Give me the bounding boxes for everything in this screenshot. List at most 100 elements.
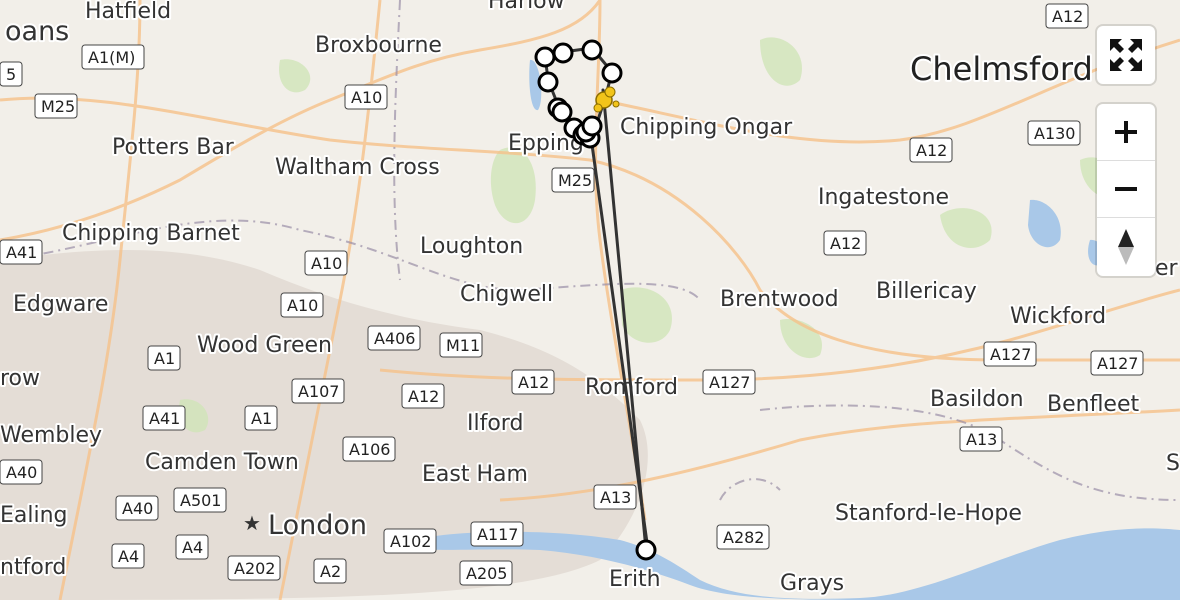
road-shield: 5 <box>0 61 23 87</box>
road-shield-label: A12 <box>830 234 861 253</box>
north-arrow-icon <box>1118 229 1134 265</box>
road-shield-label: A13 <box>600 488 631 507</box>
place-label: row <box>0 366 40 391</box>
zoom-out-button[interactable] <box>1097 160 1155 217</box>
place-label: Camden Town <box>145 450 299 475</box>
place-label: Harlow <box>488 0 565 14</box>
road-shield: A40 <box>115 495 159 521</box>
road-shield: A10 <box>304 250 348 276</box>
road-shield-label: A2 <box>320 562 341 581</box>
route-point-marker[interactable] <box>581 39 603 61</box>
road-shield-label: A40 <box>122 499 153 518</box>
road-shield-label: A117 <box>477 525 518 544</box>
road-shield: A127 <box>1090 350 1144 376</box>
place-label: S <box>1166 451 1180 476</box>
zoom-control <box>1097 104 1155 276</box>
road-shield: A12 <box>401 383 445 409</box>
road-shield: A117 <box>470 521 524 547</box>
road-shield: A501 <box>173 487 227 513</box>
road-shield-label: A127 <box>1097 354 1138 373</box>
road-shield-label: A127 <box>709 373 750 392</box>
place-label: Wembley <box>0 423 102 448</box>
road-shield-label: A1 <box>251 409 272 428</box>
place-label: Broxbourne <box>315 33 442 58</box>
road-shield-label: A10 <box>311 254 342 273</box>
place-label: Hatfield <box>85 0 171 24</box>
fullscreen-icon <box>1110 39 1142 71</box>
fullscreen-control <box>1097 26 1155 84</box>
route-point-marker[interactable] <box>552 42 574 64</box>
place-label: Stanford-le-Hope <box>835 501 1022 526</box>
place-label: Brentwood <box>720 287 839 312</box>
road-shield-label: A12 <box>408 387 439 406</box>
route-point-marker[interactable] <box>601 62 623 84</box>
road-shield-label: A130 <box>1034 124 1075 143</box>
road-shield-label: A12 <box>916 141 947 160</box>
zoom-in-button[interactable] <box>1097 104 1155 160</box>
place-label: London <box>268 510 367 541</box>
road-shield: M25 <box>34 93 78 119</box>
place-label: Basildon <box>930 387 1024 412</box>
road-shield: A406 <box>367 325 421 351</box>
road-shield-label: A10 <box>351 88 382 107</box>
place-label: Edgware <box>13 292 108 317</box>
road-shield-label: A202 <box>234 559 275 578</box>
route-point-marker[interactable] <box>581 115 603 137</box>
road-shield-label: A282 <box>723 528 764 547</box>
road-shield: A10 <box>344 84 388 110</box>
road-shield: A40 <box>0 459 43 485</box>
map-canvas[interactable]: Hatfield oans Harlow Broxbourne Chelmsford Po… <box>0 0 1180 600</box>
road-shield-label: M25 <box>558 171 592 190</box>
place-label: Potters Bar <box>112 135 235 160</box>
road-shield-label: A41 <box>149 409 180 428</box>
road-shield-label: M11 <box>446 336 480 355</box>
road-shield: A130 <box>1027 120 1081 146</box>
road-shield: A127 <box>983 341 1037 367</box>
road-shield: A12 <box>1045 3 1089 29</box>
road-shield: A41 <box>142 405 186 431</box>
star-icon: ★ <box>243 511 261 535</box>
road-shield: A107 <box>291 378 345 404</box>
road-shield: A13 <box>959 426 1003 452</box>
fullscreen-button[interactable] <box>1097 26 1155 84</box>
road-shield: A282 <box>716 524 770 550</box>
road-shield: A127 <box>702 369 756 395</box>
road-shield-label: A40 <box>6 463 37 482</box>
road-shield: A12 <box>823 230 867 256</box>
road-shield: A205 <box>459 560 513 586</box>
road-shield: A1(M) <box>81 44 145 70</box>
place-label: Wood Green <box>197 333 332 358</box>
road-shield: A1 <box>244 405 278 431</box>
road-shield: A102 <box>383 528 437 554</box>
road-shield-label: M25 <box>41 97 75 116</box>
minus-icon <box>1115 187 1137 191</box>
road-shield: A41 <box>0 239 43 265</box>
road-shield-label: A41 <box>6 243 37 262</box>
place-label: Grays <box>780 571 844 596</box>
reset-bearing-button[interactable] <box>1097 217 1155 276</box>
route-point-marker[interactable] <box>537 71 559 93</box>
place-label: Ealing <box>0 503 68 528</box>
road-shield: A12 <box>909 137 953 163</box>
road-shield-label: A4 <box>118 547 139 566</box>
road-shield: M11 <box>439 332 483 358</box>
place-label: Wickford <box>1010 304 1106 329</box>
place-label: Waltham Cross <box>275 155 440 180</box>
road-shield: A4 <box>175 534 209 560</box>
road-shield: A13 <box>593 484 637 510</box>
route-point-marker[interactable] <box>635 539 657 561</box>
place-label: oans <box>5 16 69 47</box>
place-label: Benfleet <box>1047 392 1139 417</box>
road-shield: A202 <box>227 555 281 581</box>
place-label: Chipping Barnet <box>62 221 240 246</box>
place-label: Chelmsford <box>910 50 1093 88</box>
route-point-marker[interactable] <box>551 101 573 123</box>
road-shield-label: A4 <box>182 538 203 557</box>
place-label: Ilford <box>467 411 523 436</box>
road-shield-label: A12 <box>1052 7 1083 26</box>
road-shield-label: A106 <box>349 440 390 459</box>
route-point-marker[interactable] <box>534 46 556 68</box>
road-shield-label: A107 <box>298 382 339 401</box>
road-shield: A2 <box>313 558 347 584</box>
place-label: Chipping Ongar <box>620 115 793 140</box>
